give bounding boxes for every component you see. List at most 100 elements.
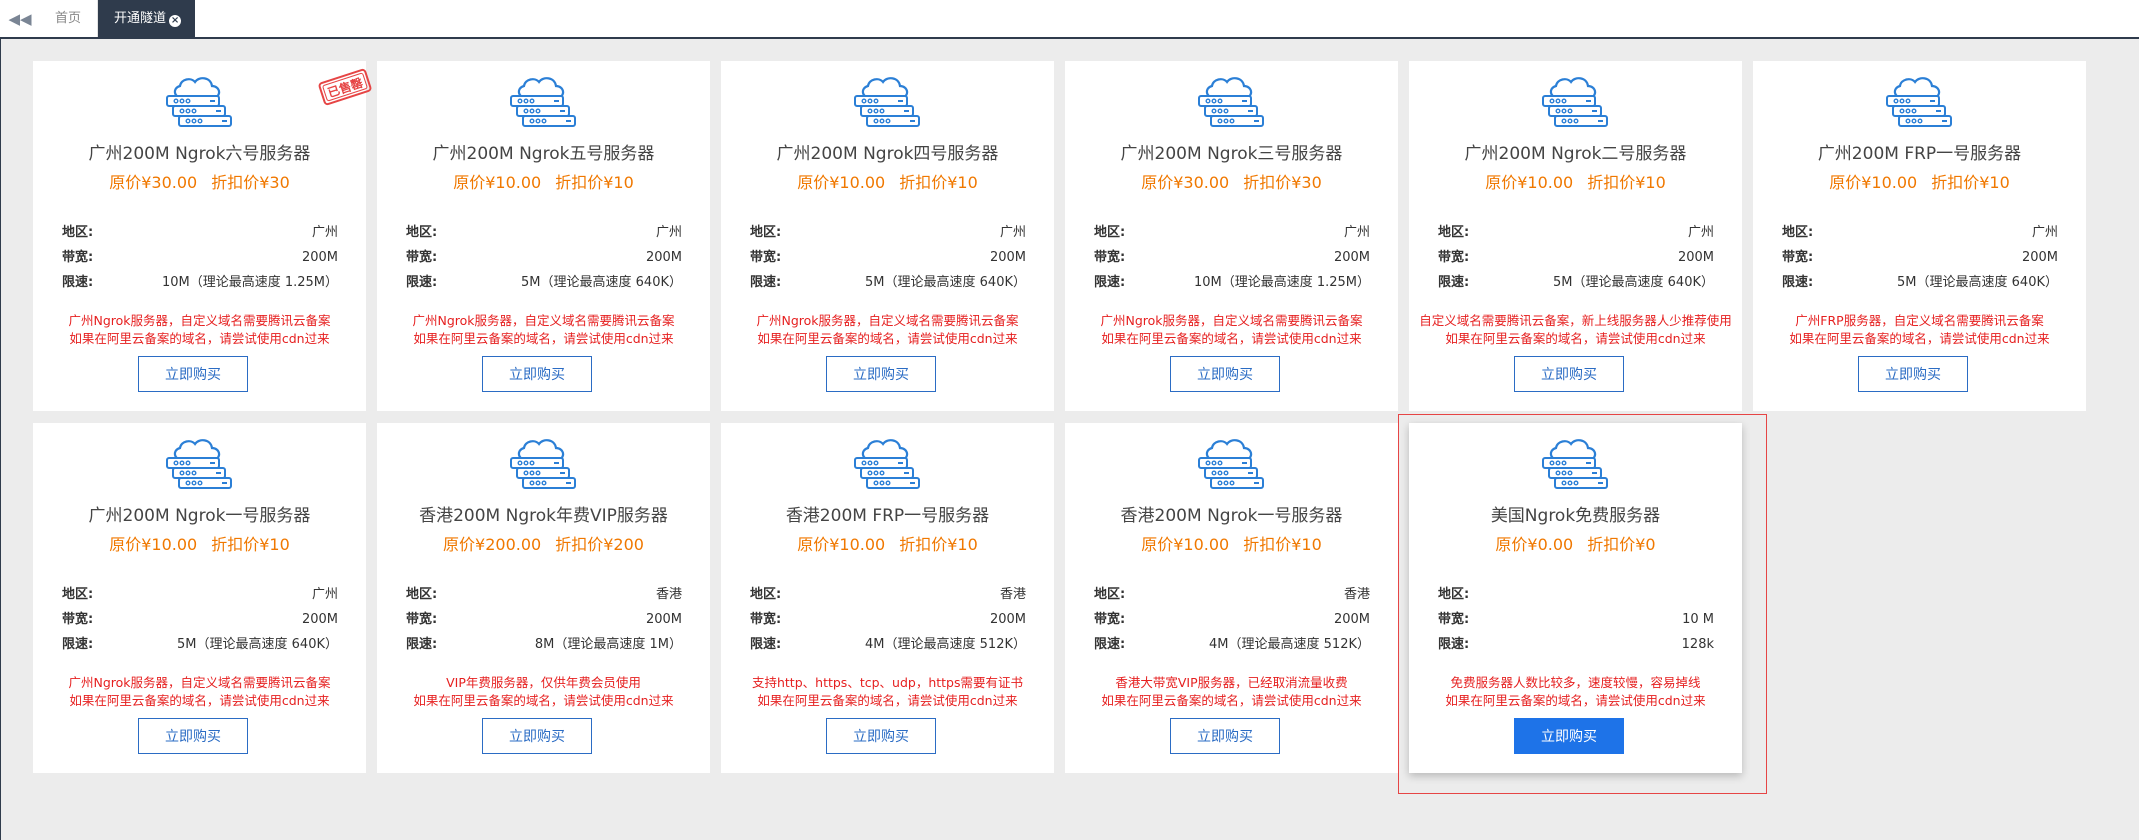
spec-value-bandwidth: 200M xyxy=(301,250,338,265)
spec-row-limit: 限速: 10M（理论最高速度 1.25M） xyxy=(62,274,338,292)
server-note-line-1: 广州Ngrok服务器，自定义域名需要腾讯云备案 xyxy=(68,675,331,690)
spec-value-region: 香港 xyxy=(1343,587,1370,602)
spec-label-bandwidth: 带宽: xyxy=(1782,250,1814,265)
spec-label-region: 地区: xyxy=(406,225,438,240)
spec-row-region: 地区: 广州 xyxy=(750,224,1026,242)
original-price-label: 原价 xyxy=(1485,173,1518,192)
spec-row-bandwidth: 带宽: 200M xyxy=(406,611,682,629)
spec-label-limit: 限速: xyxy=(406,637,438,652)
cloud-server-icon xyxy=(510,439,576,489)
server-price: 原价¥10.00 折扣价¥10 xyxy=(1409,169,1742,193)
spec-value-region: 广州 xyxy=(999,225,1026,240)
server-note-line-1: 广州Ngrok服务器，自定义域名需要腾讯云备案 xyxy=(1100,313,1363,328)
spec-label-region: 地区: xyxy=(406,587,438,602)
spec-value-limit: 10M（理论最高速度 1.25M） xyxy=(161,275,338,290)
spec-row-region: 地区: 香港 xyxy=(750,586,1026,604)
server-note-line-1: 自定义域名需要腾讯云备案，新上线服务器人少推荐使用 xyxy=(1419,313,1732,328)
spec-value-limit: 8M（理论最高速度 1M） xyxy=(534,637,682,652)
buy-now-button[interactable]: 立即购买 xyxy=(826,718,936,754)
original-price-label: 原价 xyxy=(109,173,142,192)
spec-value-bandwidth: 200M xyxy=(1333,612,1370,627)
cloud-server-icon xyxy=(1198,77,1264,127)
buy-now-button[interactable]: 立即购买 xyxy=(138,718,248,754)
spec-row-limit: 限速: 5M（理论最高速度 640K） xyxy=(750,274,1026,292)
selection-highlight-frame xyxy=(1398,414,1767,794)
original-price-label: 原价 xyxy=(443,535,476,554)
server-note-line-2: 如果在阿里云备案的域名，请尝试使用cdn过来 xyxy=(413,693,674,708)
spec-value-limit: 4M（理论最高速度 512K） xyxy=(1209,637,1370,652)
original-price-label: 原价 xyxy=(1141,173,1174,192)
spec-row-bandwidth: 带宽: 200M xyxy=(62,611,338,629)
spec-row-region: 地区: 广州 xyxy=(1782,224,2058,242)
server-card: 广州200M Ngrok一号服务器 原价¥10.00 折扣价¥10 地区: 广州 带宽: 2… xyxy=(33,423,366,773)
spec-value-bandwidth: 200M xyxy=(989,250,1026,265)
server-note-line-2: 如果在阿里云备案的域名，请尝试使用cdn过来 xyxy=(413,331,674,346)
buy-now-button[interactable]: 立即购买 xyxy=(1170,356,1280,392)
spec-label-limit: 限速: xyxy=(1782,275,1814,290)
buy-now-button[interactable]: 立即购买 xyxy=(482,718,592,754)
buy-now-button[interactable]: 立即购买 xyxy=(138,356,248,392)
spec-row-region: 地区: 广州 xyxy=(1438,224,1714,242)
server-card: 香港200M Ngrok年费VIP服务器 原价¥200.00 折扣价¥200 地区: 香… xyxy=(377,423,710,773)
original-price: ¥10.00 xyxy=(1173,535,1230,554)
discount-price-label: 折扣价 xyxy=(1587,173,1636,192)
spec-row-region: 地区: 香港 xyxy=(1094,586,1370,604)
spec-value-region: 广州 xyxy=(655,225,682,240)
server-note: 香港大带宽VIP服务器，已经取消流量收费 如果在阿里云备案的域名，请尝试使用cdn… xyxy=(1065,674,1398,710)
spec-row-region: 地区: 广州 xyxy=(1094,224,1370,242)
server-title: 广州200M Ngrok一号服务器 xyxy=(88,506,311,526)
server-card: 香港200M Ngrok一号服务器 原价¥10.00 折扣价¥10 地区: 香港 带宽: 2… xyxy=(1065,423,1398,773)
discount-price-label: 折扣价 xyxy=(1243,535,1292,554)
buy-now-button[interactable]: 立即购买 xyxy=(482,356,592,392)
server-title: 香港200M FRP一号服务器 xyxy=(785,506,990,526)
server-price: 原价¥10.00 折扣价¥10 xyxy=(721,531,1054,555)
buy-now-button[interactable]: 立即购买 xyxy=(826,356,936,392)
spec-row-limit: 限速: 4M（理论最高速度 512K） xyxy=(1094,636,1370,654)
server-note-line-2: 如果在阿里云备案的域名，请尝试使用cdn过来 xyxy=(1789,331,2050,346)
discount-price: ¥10 xyxy=(259,535,290,554)
server-title: 广州200M FRP一号服务器 xyxy=(1817,144,2022,164)
spec-row-region: 地区: 广州 xyxy=(62,586,338,604)
tab-home[interactable]: 首页 xyxy=(40,0,98,37)
discount-price-label: 折扣价 xyxy=(1931,173,1980,192)
discount-price: ¥10 xyxy=(947,173,978,192)
original-price-label: 原价 xyxy=(109,535,142,554)
spec-value-limit: 5M（理论最高速度 640K） xyxy=(521,275,682,290)
server-note-line-2: 如果在阿里云备案的域名，请尝试使用cdn过来 xyxy=(69,693,330,708)
buy-now-button[interactable]: 立即购买 xyxy=(1170,718,1280,754)
spec-value-bandwidth: 200M xyxy=(301,612,338,627)
buy-now-button[interactable]: 立即购买 xyxy=(1858,356,1968,392)
discount-price: ¥10 xyxy=(1979,173,2010,192)
server-note-line-1: 广州Ngrok服务器，自定义域名需要腾讯云备案 xyxy=(412,313,675,328)
server-note-line-1: 广州Ngrok服务器，自定义域名需要腾讯云备案 xyxy=(756,313,1019,328)
cloud-server-icon xyxy=(1198,439,1264,489)
original-price: ¥10.00 xyxy=(829,535,886,554)
spec-row-limit: 限速: 5M（理论最高速度 640K） xyxy=(1438,274,1714,292)
cloud-server-icon xyxy=(1886,77,1952,127)
buy-now-button[interactable]: 立即购买 xyxy=(1514,356,1624,392)
server-card: 广州200M FRP一号服务器 原价¥10.00 折扣价¥10 地区: 广州 带宽: 200… xyxy=(1753,61,2086,411)
cloud-server-icon xyxy=(166,77,232,127)
spec-value-limit: 5M（理论最高速度 640K） xyxy=(865,275,1026,290)
tab-open-tunnel[interactable]: 开通隧道 × xyxy=(98,0,195,37)
double-chevron-left-icon[interactable]: ◀◀ xyxy=(0,0,41,37)
discount-price: ¥30 xyxy=(259,173,290,192)
spec-label-limit: 限速: xyxy=(1094,637,1126,652)
spec-label-limit: 限速: xyxy=(1094,275,1126,290)
spec-row-limit: 限速: 5M（理论最高速度 640K） xyxy=(1782,274,2058,292)
spec-label-region: 地区: xyxy=(1094,587,1126,602)
spec-label-region: 地区: xyxy=(750,587,782,602)
discount-price-label: 折扣价 xyxy=(1243,173,1292,192)
spec-value-limit: 10M（理论最高速度 1.25M） xyxy=(1193,275,1370,290)
discount-price: ¥10 xyxy=(1291,535,1322,554)
discount-price-label: 折扣价 xyxy=(899,535,948,554)
spec-row-region: 地区: 广州 xyxy=(406,224,682,242)
spec-value-bandwidth: 200M xyxy=(645,612,682,627)
original-price: ¥30.00 xyxy=(141,173,198,192)
spec-value-region: 香港 xyxy=(999,587,1026,602)
spec-value-bandwidth: 200M xyxy=(1333,250,1370,265)
close-circle-icon[interactable]: × xyxy=(169,15,182,27)
server-card: 广州200M Ngrok三号服务器 原价¥30.00 折扣价¥30 地区: 广州 带宽: 2… xyxy=(1065,61,1398,411)
spec-value-bandwidth: 200M xyxy=(1677,250,1714,265)
cloud-server-icon xyxy=(854,77,920,127)
